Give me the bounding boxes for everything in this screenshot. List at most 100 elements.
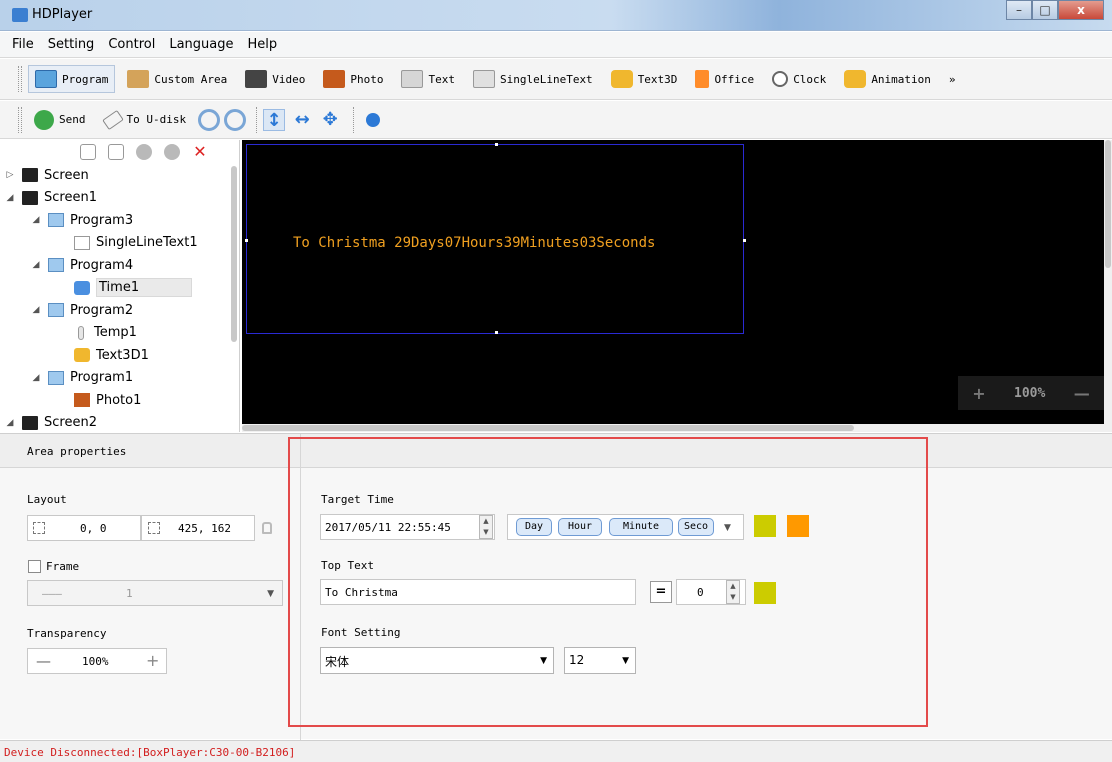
tree-node-singlelinetext1[interactable]: SingleLineText1 [0,232,239,255]
tree-node-label: Program1 [70,370,134,386]
frame-checkbox[interactable] [28,560,41,573]
text-icon [401,70,424,88]
scroll-thumb[interactable] [242,425,854,431]
title-bar: HDPlayer – □ x [0,0,1112,31]
zoom-minus-button[interactable]: — [1074,384,1090,403]
highlight-box [288,437,928,727]
tree-node-label: Screen2 [44,415,97,431]
toolbar-grip[interactable] [18,106,22,133]
send-icon [34,109,54,130]
transparency-stepper[interactable]: — 100% + [27,648,167,674]
text3d-button[interactable]: Text3D [605,65,684,93]
status-bar: Device Disconnected:[BoxPlayer:C30-00-B2… [0,740,1112,762]
fit-vertical-icon[interactable]: ↕ [263,108,286,131]
tree-node-label: Program4 [70,257,134,273]
expander-icon[interactable]: ◢ [30,215,42,225]
text3d-icon [74,348,90,363]
tree-node-time1[interactable]: Time1 [0,277,239,300]
tree-node-photo1[interactable]: Photo1 [0,389,239,412]
expander-icon[interactable]: ◢ [30,305,42,315]
expander-icon[interactable]: ◢ [30,373,42,383]
frame-select[interactable]: ——— 1 ▼ [27,580,283,606]
menu-control[interactable]: Control [108,37,155,52]
move-down-icon[interactable] [164,144,180,160]
resize-handle[interactable] [245,239,248,242]
tree-node-program1[interactable]: ◢ Program1 [0,367,239,390]
size-value: 425, 162 [178,522,231,535]
tree-node-text3d1[interactable]: Text3D1 [0,344,239,367]
single-line-text-button[interactable]: SingleLineText [467,65,599,93]
to-udisk-label: To U-disk [126,113,187,126]
expander-icon[interactable]: ◢ [4,418,16,428]
photo-button[interactable]: Photo [317,65,389,93]
zoom-out-icon[interactable] [224,108,247,131]
program-button[interactable]: Program [28,65,116,93]
tree-node-program3[interactable]: ◢ Program3 [0,209,239,232]
text-button[interactable]: Text [395,65,461,93]
tree-node-temp1[interactable]: Temp1 [0,322,239,345]
transparency-minus-button[interactable]: — [36,652,51,670]
video-label: Video [272,72,306,86]
tree-node-program4[interactable]: ◢ Program4 [0,254,239,277]
video-icon [245,70,268,88]
fit-horizontal-icon[interactable]: ↔ [291,109,313,131]
chevron-down-icon: ▼ [267,589,274,599]
expander-icon[interactable]: ◢ [4,193,16,203]
menu-language[interactable]: Language [169,37,233,52]
custom-area-label: Custom Area [154,72,228,86]
menu-file[interactable]: File [12,37,34,52]
expander-icon[interactable]: ◢ [30,260,42,270]
position-field[interactable]: 0, 0 [27,515,141,541]
zoom-plus-button[interactable]: + [972,384,985,403]
size-field[interactable]: 425, 162 [141,515,255,541]
resize-handle[interactable] [743,239,746,242]
maximize-button[interactable]: □ [1032,0,1058,20]
menu-bar: File Setting Control Language Help [0,32,1112,58]
to-udisk-button[interactable]: To U-disk [98,106,193,134]
device-status: Device Disconnected:[BoxPlayer:C30-00-B2… [4,746,296,759]
tree-node-screen2[interactable]: ◢ Screen2 [0,412,239,433]
move-up-icon[interactable] [136,144,152,160]
paste-icon[interactable] [108,144,124,160]
animation-label: Animation [871,72,931,86]
tree-node-label: Program3 [70,212,134,228]
tree-node-label: SingleLineText1 [96,235,198,251]
tree-node-label: Screen [44,167,89,183]
menu-help[interactable]: Help [247,37,277,52]
toolbar-grip[interactable] [18,66,22,92]
resize-handle[interactable] [495,331,498,334]
monitor-icon [22,168,38,183]
usb-icon [101,109,124,130]
clock-button[interactable]: Clock [766,65,832,93]
window-title: HDPlayer [32,7,93,22]
office-button[interactable]: Office [689,65,760,93]
resize-handle[interactable] [495,143,498,146]
scroll-thumb[interactable] [1105,140,1111,268]
canvas-horizontal-scrollbar[interactable] [242,424,1104,432]
custom-area-button[interactable]: Custom Area [121,65,233,93]
frame-line-preview: ——— [42,587,62,600]
tree-node-screen1[interactable]: ◢ Screen1 [0,187,239,210]
tree-scrollbar[interactable] [231,166,237,342]
fit-both-icon[interactable]: ✥ [319,109,341,131]
transparency-plus-button[interactable]: + [146,651,159,670]
lock-icon[interactable] [262,522,272,534]
send-button[interactable]: Send [28,106,92,134]
close-button[interactable]: x [1058,0,1104,20]
canvas-vertical-scrollbar[interactable] [1104,140,1112,424]
preview-canvas[interactable]: To Christma 29Days07Hours39Minutes03Seco… [242,140,1104,424]
zoom-in-icon[interactable] [198,108,221,131]
tree-node-program2[interactable]: ◢ Program2 [0,299,239,322]
expander-icon[interactable]: ▷ [4,170,16,180]
copy-icon[interactable] [80,144,96,160]
tree-node-screen[interactable]: ▷ Screen [0,164,239,187]
animation-button[interactable]: Animation [838,65,937,93]
minimize-button[interactable]: – [1006,0,1032,20]
text3d-label: Text3D [637,72,678,86]
layout-label: Layout [27,493,67,506]
preview-play-icon[interactable] [366,112,381,127]
delete-icon[interactable]: ✕ [192,144,208,160]
video-button[interactable]: Video [239,65,311,93]
toolbar-overflow-button[interactable]: » [943,65,962,93]
menu-setting[interactable]: Setting [48,37,95,52]
